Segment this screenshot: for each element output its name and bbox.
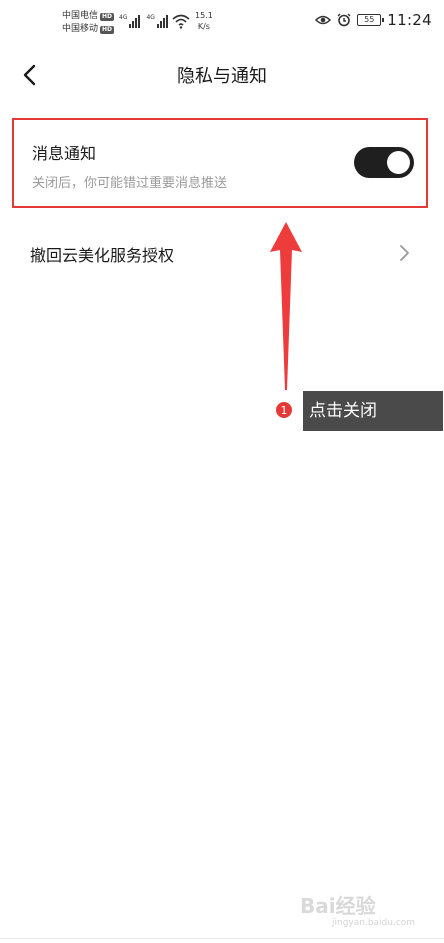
- carrier-info: 中国电信 HD 中国移动 HD: [62, 10, 115, 36]
- hd-badge: HD: [100, 12, 115, 21]
- baidu-watermark-logo: Bai经验 jingyan.baidu.com: [300, 884, 420, 932]
- watermark-url: jingyan.baidu.com: [332, 918, 416, 928]
- annotation-callout: 点击关闭: [303, 391, 443, 431]
- hd-badge: HD: [100, 25, 115, 34]
- watermark-text: Bai经验: [300, 894, 376, 918]
- revoke-authorization-row[interactable]: 撤回云美化服务授权: [30, 232, 414, 276]
- chevron-right-icon: [400, 245, 409, 261]
- speed-unit: K/s: [197, 22, 210, 31]
- revoke-label: 撤回云美化服务授权: [30, 246, 175, 265]
- notification-subtitle: 关闭后，你可能错过重要消息推送: [32, 176, 228, 191]
- signal-icon: 4G: [119, 14, 141, 28]
- message-notification-row: 消息通知 关闭后，你可能错过重要消息推送: [12, 118, 428, 208]
- signal-icons: 4G 4G: [119, 14, 168, 28]
- alarm-icon: [337, 13, 351, 27]
- page-title: 隐私与通知: [177, 66, 267, 87]
- signal-icon: 4G: [146, 14, 168, 28]
- annotation-arrow: [270, 222, 302, 390]
- toggle-knob: [387, 151, 410, 174]
- bottom-divider: [0, 938, 444, 939]
- carrier-2-label: 中国移动: [62, 24, 99, 34]
- step-badge: 1: [275, 401, 293, 419]
- status-bar: 中国电信 HD 中国移动 HD 4G 4G 15.1 K/s 55 11:24: [0, 0, 444, 44]
- carrier-1-label: 中国电信: [62, 11, 99, 21]
- notification-toggle[interactable]: [354, 147, 414, 178]
- speed-value: 15.1: [195, 11, 213, 20]
- notification-title: 消息通知: [32, 144, 97, 163]
- eye-icon: [315, 15, 332, 25]
- wifi-icon: [172, 14, 190, 29]
- network-speed: 15.1 K/s: [195, 10, 213, 32]
- page-header: 隐私与通知: [0, 50, 444, 100]
- status-time: 11:24: [387, 11, 432, 29]
- battery-indicator: 55: [357, 14, 385, 26]
- system-status: 55 11:24: [315, 11, 432, 29]
